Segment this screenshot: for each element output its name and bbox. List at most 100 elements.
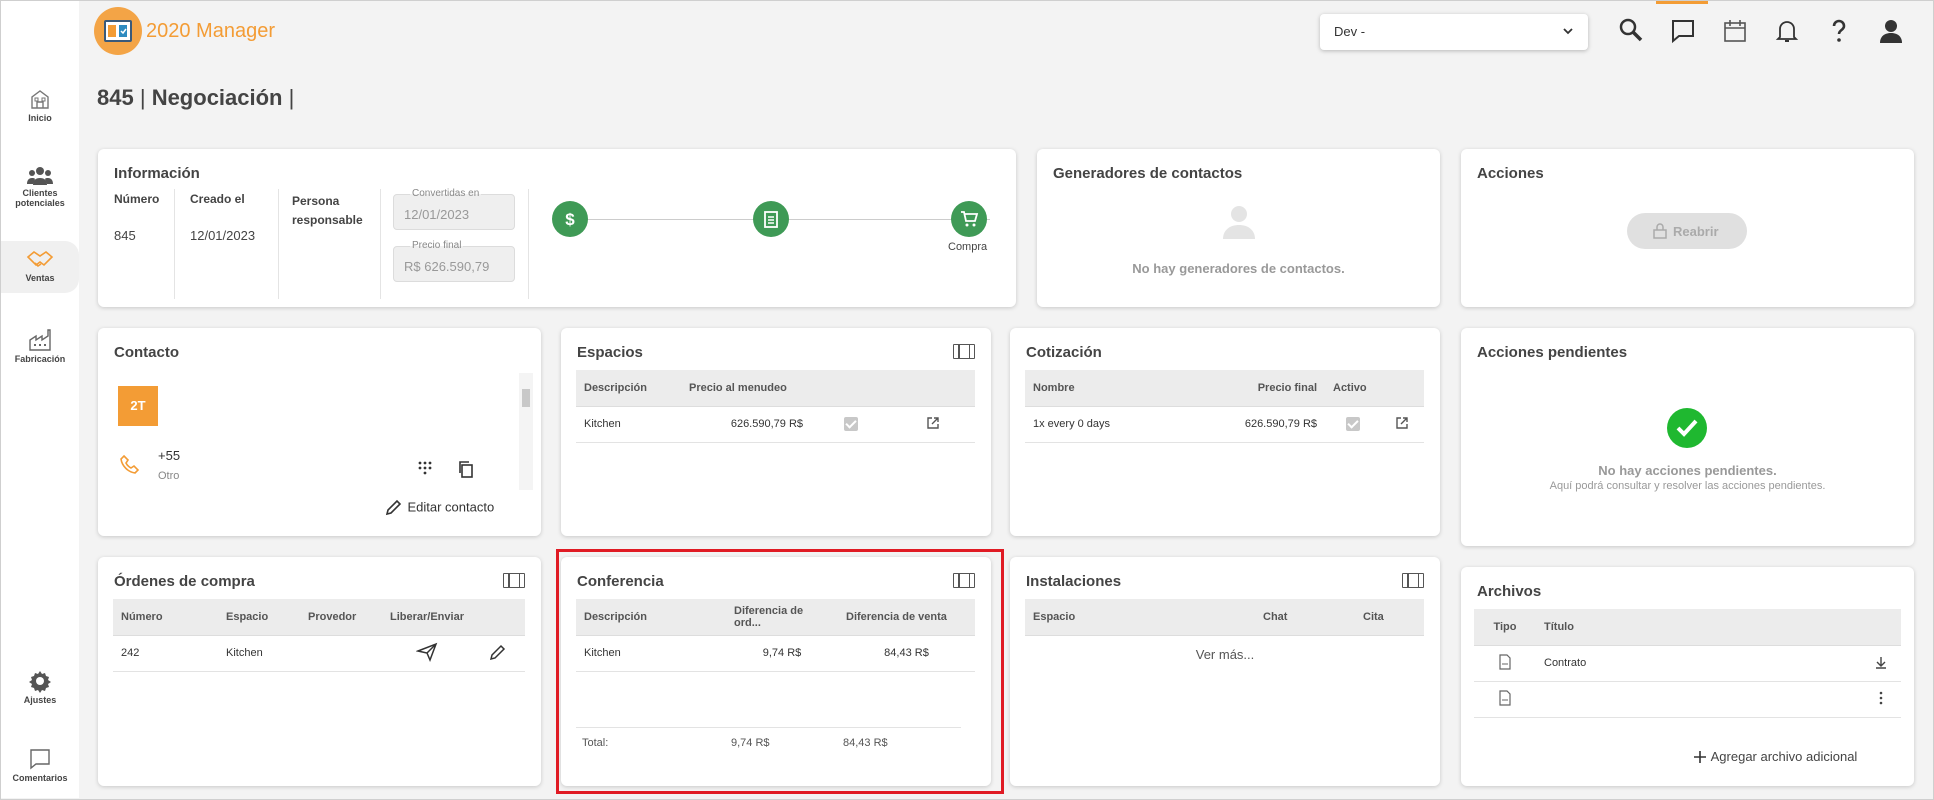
cell-activo[interactable] (1325, 406, 1380, 443)
sidebar-item-comentarios[interactable]: Comentarios (1, 747, 79, 783)
card-title: Acciones (1477, 165, 1544, 182)
app-logo[interactable] (94, 7, 142, 55)
cell-nombre: 1x every 0 days (1025, 406, 1155, 443)
cell-precio: 626.590,79 R$ (1155, 406, 1325, 443)
sidebar-item-fabricacion[interactable]: Fabricación (1, 328, 79, 364)
pencil-icon[interactable] (489, 643, 507, 661)
edit-contact-button[interactable]: Editar contacto (385, 498, 494, 516)
sidebar-item-label: Comentarios (12, 773, 68, 783)
expand-icon[interactable] (1402, 573, 1424, 588)
table-row[interactable]: Contrato (1474, 645, 1901, 682)
sidebar-item-inicio[interactable]: Inicio (1, 87, 79, 123)
button-label: Editar contacto (407, 499, 495, 515)
empty-message: No hay acciones pendientes. (1598, 463, 1777, 478)
calendar-icon[interactable] (1720, 16, 1750, 46)
cell-download[interactable] (1861, 645, 1901, 682)
open-external-icon[interactable] (1395, 416, 1409, 430)
search-icon[interactable] (1616, 16, 1646, 46)
ordenes-table: Número Espacio Provedor Liberar/Enviar 2… (113, 599, 525, 672)
step-payment[interactable]: $ (552, 201, 588, 237)
column-header (1861, 609, 1901, 646)
reabrir-button[interactable]: Reabrir (1627, 213, 1747, 249)
table-row[interactable]: 1x every 0 days 626.590,79 R$ (1025, 406, 1424, 443)
step-purchase[interactable] (951, 201, 987, 237)
column-header: Número (113, 599, 218, 636)
pdf-file-icon (1499, 653, 1511, 670)
table-header: Tipo Título (1474, 609, 1901, 646)
comment-icon (30, 749, 50, 770)
dollar-icon: $ (565, 210, 575, 229)
factory-icon (29, 329, 51, 351)
table-header: Descripción Precio al menudeo (576, 370, 975, 407)
send-icon[interactable] (415, 642, 438, 662)
table-row[interactable]: Kitchen 626.590,79 R$ (576, 406, 975, 443)
chat-icon[interactable] (1668, 16, 1698, 46)
column-header: Espacio (1025, 599, 1255, 636)
checkbox-checked-icon[interactable] (1345, 417, 1360, 431)
button-label: Agregar archivo adicional (1710, 749, 1858, 765)
expand-icon[interactable] (953, 344, 975, 359)
download-icon[interactable] (1874, 655, 1888, 669)
home-icon (31, 90, 49, 109)
user-icon[interactable] (1876, 16, 1906, 46)
table-row[interactable] (1474, 681, 1901, 718)
environment-select-value: Dev - (1334, 24, 1366, 39)
deal-id: 845 (97, 85, 134, 110)
acciones-card: Acciones Reabrir (1461, 149, 1914, 307)
sidebar-item-ventas[interactable]: Ventas (1, 241, 79, 293)
avatar: 2T (118, 386, 158, 426)
field-value: R$ 626.590,79 (404, 259, 490, 274)
cell-send[interactable] (382, 635, 472, 672)
phone-number: +55 (158, 448, 181, 463)
card-title: Generadores de contactos (1053, 165, 1243, 182)
expand-icon[interactable] (503, 573, 525, 588)
cell-more[interactable] (1861, 681, 1901, 718)
sidebar-item-ajustes[interactable]: Ajustes (1, 669, 79, 705)
checkbox-checked-icon[interactable] (844, 417, 858, 431)
column-header: Espacio (218, 599, 300, 636)
sidebar-item-label: Fabricación (14, 354, 66, 364)
column-header: Nombre (1025, 370, 1155, 407)
column-header: Precio final (1155, 370, 1325, 407)
archivos-table: Tipo Título Contrato (1474, 609, 1901, 718)
sidebar: Inicio Clientes potenciales Ventas Fabri… (1, 1, 79, 798)
scrollbar[interactable] (519, 373, 533, 490)
archivos-card: Archivos Tipo Título Contrato Agregar ar… (1461, 567, 1914, 786)
column-header (471, 599, 525, 636)
ordenes-card: Órdenes de compra Número Espacio Provedo… (98, 557, 541, 786)
cell-checkbox[interactable] (811, 406, 891, 443)
bell-icon[interactable] (1772, 16, 1802, 46)
svg-text:$: $ (565, 210, 575, 229)
field-label: Convertidas en (410, 188, 482, 199)
scrollbar-thumb[interactable] (522, 389, 530, 407)
dialpad-icon[interactable] (418, 461, 432, 475)
cell-espacio: Kitchen (218, 635, 300, 672)
column-header: Activo (1325, 370, 1380, 407)
card-title: Órdenes de compra (114, 573, 255, 590)
cell-edit[interactable] (471, 635, 525, 672)
espacios-card: Espacios Descripción Precio al menudeo K… (561, 328, 991, 536)
environment-select[interactable]: Dev - (1320, 14, 1588, 50)
open-external-icon[interactable] (926, 416, 940, 430)
add-file-button[interactable]: Agregar archivo adicional (1693, 748, 1857, 764)
cell-titulo: Contrato (1536, 645, 1861, 682)
copy-icon[interactable] (458, 460, 474, 478)
help-icon[interactable] (1824, 16, 1854, 46)
precio-final-field: Precio final R$ 626.590,79 (393, 240, 515, 282)
sidebar-item-clientes[interactable]: Clientes potenciales (1, 166, 79, 208)
plus-icon (1694, 750, 1706, 763)
column-header: Provedor (300, 599, 382, 636)
persona-label: Persona responsable (292, 194, 363, 227)
cell-open[interactable] (891, 406, 975, 443)
sidebar-item-label: Ajustes (23, 695, 57, 705)
table-row[interactable]: 242 Kitchen (113, 635, 525, 672)
empty-hint: Aquí podrá consultar y resolver las acci… (1549, 480, 1826, 492)
ver-mas-link[interactable]: Ver más... (1010, 647, 1440, 662)
column-header: Liberar/Enviar (382, 599, 472, 636)
more-vertical-icon[interactable] (1878, 691, 1884, 705)
column-header (891, 370, 975, 407)
deal-stage: Negociación (151, 85, 283, 110)
check-circle-icon (1667, 408, 1707, 448)
step-quote[interactable] (753, 201, 789, 237)
cell-open[interactable] (1380, 406, 1424, 443)
